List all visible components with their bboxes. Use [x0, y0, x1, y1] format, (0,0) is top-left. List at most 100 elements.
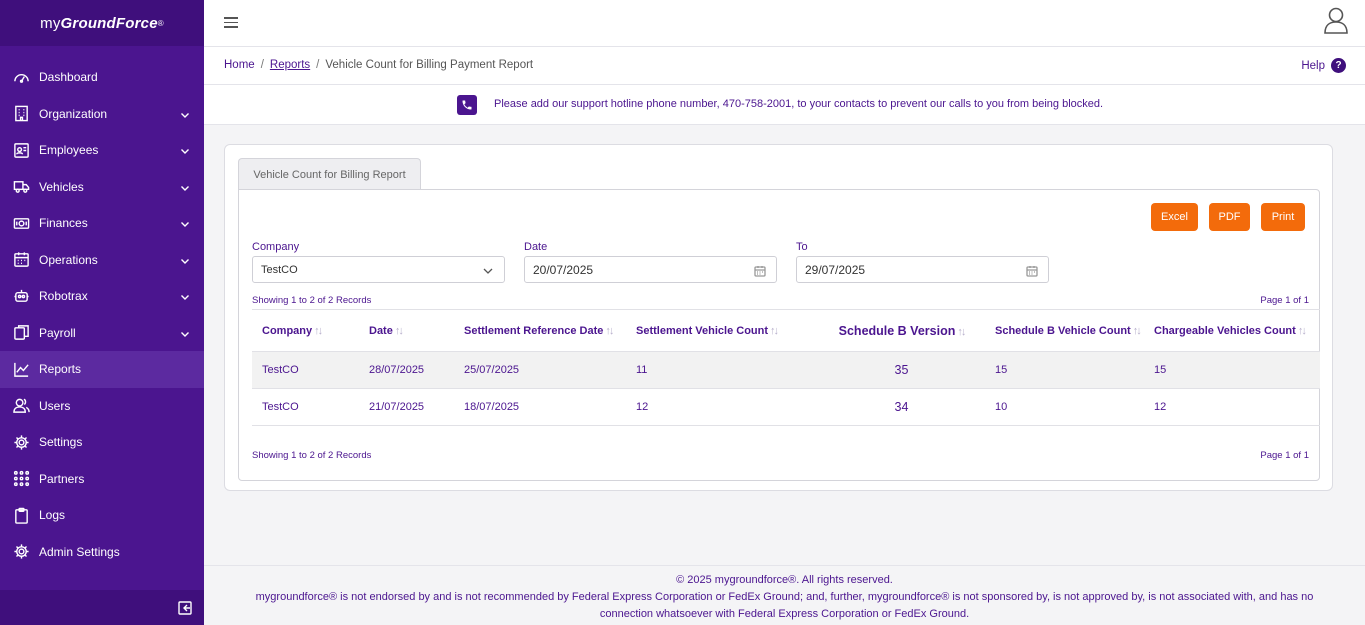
company-select-value: TestCO [261, 263, 298, 276]
column-header-schedule-b-vehicle-count[interactable]: Schedule B Vehicle Count ↑↓ [985, 309, 1144, 352]
column-header-chargeable-vehicles-count[interactable]: Chargeable Vehicles Count ↑↓ [1144, 309, 1320, 352]
table-cell: 18/07/2025 [454, 388, 626, 426]
collapse-sidebar-icon[interactable] [178, 601, 192, 615]
sidebar-item-finances[interactable]: Finances [0, 205, 204, 242]
chevron-down-icon[interactable] [180, 109, 190, 119]
date-label: Date [524, 241, 548, 253]
user-profile-icon[interactable] [1323, 6, 1349, 34]
sidebar-item-payroll[interactable]: Payroll [0, 315, 204, 352]
sidebar-item-label: Operations [39, 252, 98, 267]
date-input[interactable]: 20/07/2025 [524, 256, 777, 283]
sidebar-item-dashboard[interactable]: Dashboard [0, 59, 204, 96]
to-date-filter: To 29/07/2025 [796, 241, 1049, 283]
to-date-input[interactable]: 29/07/2025 [796, 256, 1049, 283]
hamburger-menu-icon[interactable] [224, 14, 238, 28]
footer: © 2025 mygroundforce®. All rights reserv… [204, 565, 1365, 625]
chart-line-icon [12, 360, 30, 378]
breadcrumb: Home / Reports / Vehicle Count for Billi… [224, 59, 533, 71]
sidebar-item-label: Partners [39, 471, 85, 486]
breadcrumb-bar: Home / Reports / Vehicle Count for Billi… [204, 47, 1365, 85]
sidebar-item-vehicles[interactable]: Vehicles [0, 169, 204, 206]
breadcrumb-reports[interactable]: Reports [270, 59, 310, 71]
chevron-down-icon[interactable] [180, 182, 190, 192]
sidebar-collapse-bar [0, 590, 204, 625]
brand-name: GroundForce [60, 14, 158, 32]
column-header-company[interactable]: Company ↑↓ [252, 309, 359, 352]
excel-export-button[interactable]: Excel [1151, 203, 1198, 231]
sidebar-item-settings[interactable]: Settings [0, 424, 204, 461]
sort-icon[interactable]: ↑↓ [770, 325, 779, 337]
to-label: To [796, 241, 808, 253]
table-cell: TestCO [252, 388, 359, 426]
export-buttons: Excel PDF Print [1151, 203, 1305, 231]
column-header-settlement-vehicle-count[interactable]: Settlement Vehicle Count ↑↓ [626, 309, 818, 352]
sidebar-nav: Dashboard Organization Employees Vehicles Fi… [0, 59, 204, 570]
calendar-icon [12, 251, 30, 269]
sidebar-item-label: Dashboard [39, 70, 98, 85]
chevron-down-icon[interactable] [180, 291, 190, 301]
sidebar-item-organization[interactable]: Organization [0, 96, 204, 133]
chevron-down-icon[interactable] [180, 255, 190, 265]
copy-icon [12, 324, 30, 342]
help-label: Help [1301, 59, 1325, 72]
table-cell: 21/07/2025 [359, 388, 454, 426]
sidebar-item-admin-settings[interactable]: Admin Settings [0, 534, 204, 571]
brand-logo[interactable]: my GroundForce ® [0, 0, 204, 46]
to-date-input-value: 29/07/2025 [805, 262, 866, 277]
table-row[interactable]: TestCO 28/07/2025 25/07/2025 11 35 15 15 [252, 351, 1320, 389]
phone-icon [457, 95, 477, 115]
breadcrumb-home[interactable]: Home [224, 59, 255, 71]
help-link[interactable]: Help ? [1301, 58, 1346, 73]
sidebar-item-label: Finances [39, 216, 88, 231]
column-header-label: Company [262, 324, 313, 337]
column-header-label: Schedule B Version [838, 323, 956, 338]
calendar-icon[interactable] [1026, 265, 1038, 277]
footer-disclaimer-line2: connection whatsoever with Federal Expre… [599, 608, 970, 620]
sort-icon[interactable]: ↑↓ [605, 325, 614, 337]
sidebar-item-label: Settings [39, 435, 83, 450]
records-summary-bottom: Showing 1 to 2 of 2 Records [252, 450, 372, 461]
building-icon [12, 105, 30, 123]
sort-icon[interactable]: ↑↓ [314, 325, 323, 337]
sort-icon[interactable]: ↑↓ [395, 325, 404, 337]
sidebar-item-label: Vehicles [39, 179, 84, 194]
sort-icon[interactable]: ↑↓ [1298, 325, 1307, 337]
sort-icon[interactable]: ↑↓ [957, 326, 966, 338]
sidebar-item-logs[interactable]: Logs [0, 497, 204, 534]
tab-vehicle-count-billing-report[interactable]: Vehicle Count for Billing Report [238, 158, 421, 190]
column-header-date[interactable]: Date ↑↓ [359, 309, 454, 352]
calendar-icon[interactable] [754, 265, 766, 277]
records-summary-top: Showing 1 to 2 of 2 Records [252, 295, 372, 306]
pagination-top: Page 1 of 1 [1260, 295, 1309, 306]
sidebar-item-robotrax[interactable]: Robotrax [0, 278, 204, 315]
chevron-down-icon[interactable] [180, 218, 190, 228]
breadcrumb-separator: / [260, 59, 264, 71]
sidebar-item-partners[interactable]: Partners [0, 461, 204, 498]
sidebar-item-reports[interactable]: Reports [0, 351, 204, 388]
company-select[interactable]: TestCO [252, 256, 505, 283]
table-cell: 12 [626, 388, 818, 426]
sidebar-item-users[interactable]: Users [0, 388, 204, 425]
sidebar-item-operations[interactable]: Operations [0, 242, 204, 279]
top-bar [204, 0, 1365, 47]
sidebar-item-label: Admin Settings [39, 544, 120, 559]
pagination-bottom: Page 1 of 1 [1260, 450, 1309, 461]
breadcrumb-separator: / [316, 59, 320, 71]
sidebar-item-label: Organization [39, 106, 108, 121]
report-card: Vehicle Count for Billing Report Excel P… [224, 144, 1333, 491]
column-header-label: Date [369, 324, 393, 337]
sort-icon[interactable]: ↑↓ [1133, 325, 1142, 337]
table-row[interactable]: TestCO 21/07/2025 18/07/2025 12 34 10 12 [252, 388, 1320, 426]
support-notice-text: Please add our support hotline phone num… [494, 98, 1104, 110]
chevron-down-icon[interactable] [180, 145, 190, 155]
chevron-down-icon[interactable] [180, 328, 190, 338]
table-cell: 12 [1144, 388, 1320, 426]
money-icon [12, 214, 30, 232]
pdf-export-button[interactable]: PDF [1209, 203, 1250, 231]
column-header-schedule-b-version[interactable]: Schedule B Version ↑↓ [818, 309, 985, 352]
table-cell: 15 [985, 351, 1144, 389]
table-header-row: Company ↑↓ Date ↑↓ Settlement Reference Date… [252, 309, 1320, 352]
sidebar-item-employees[interactable]: Employees [0, 132, 204, 169]
column-header-settlement-reference-date[interactable]: Settlement Reference Date ↑↓ [454, 309, 626, 352]
print-button[interactable]: Print [1261, 203, 1305, 231]
